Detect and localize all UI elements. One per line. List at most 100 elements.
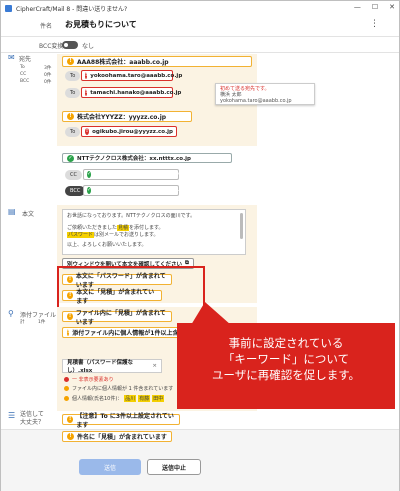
bcc-toggle[interactable] — [62, 41, 78, 49]
attach-count-value: 1件 — [38, 320, 46, 325]
addr5-text: ciphercraft_ml@xx.ntttx.co.jp — [94, 187, 186, 193]
body-line1: お世話になっております。NTTテクノクロスの面川です。 — [67, 213, 196, 219]
check-icon: ✓ — [87, 187, 92, 194]
file-close-icon[interactable]: × — [152, 363, 157, 369]
document-icon: ▤ — [8, 207, 16, 216]
attach-section-label: 添付ファイル — [20, 312, 57, 319]
warning-icon: ! — [67, 433, 74, 440]
callout-line3: ユーザに再確認を促します。 — [211, 368, 361, 382]
body-scrollbar[interactable] — [240, 213, 243, 239]
company3-name: NTTテクノクロス株式会社：xx.ntttx.co.jp — [77, 156, 191, 162]
body-line2: ご依頼いただきました見積を添付します。 — [67, 225, 241, 232]
check-warning-to-text: 【注意】To に3件以上設定されています — [76, 412, 174, 429]
body-line3: パスワードは別メールでお送りします。 — [67, 232, 241, 239]
cancel-send-button[interactable]: 送信中止 — [147, 459, 201, 475]
subject-value: お見積もりについて — [65, 20, 137, 29]
attach-warning-estimate-text: ファイル内に「見積」が含まれています — [75, 309, 166, 326]
body-line3b: は別メールでお送りします。 — [94, 232, 159, 238]
name-tag: 品川 — [124, 395, 137, 402]
cc-side-label: CC — [20, 72, 27, 77]
subject-row: 件名 お見積もりについて ⋮ — [1, 15, 399, 37]
company3-box: ✓ NTTテクノクロス株式会社：xx.ntttx.co.jp — [62, 153, 232, 163]
bcc-toggle-text: なし — [82, 43, 95, 50]
minimize-icon[interactable]: — — [354, 3, 361, 11]
close-icon[interactable]: ✕ — [389, 3, 395, 11]
addr3-chip[interactable]: ! ogikubo.jirou@yyyzz.co.jp — [81, 126, 177, 137]
warning-icon: ! — [67, 329, 70, 336]
check-warning-subject: ! 件名に「見積」が含まれています — [62, 431, 172, 442]
paperclip-icon: ⚲ — [8, 309, 14, 318]
attach-warning-personal: ! 添付ファイル内に個人情報が1件以上含まれています — [62, 327, 180, 338]
error-dot-icon — [64, 377, 69, 382]
attach-warning-estimate: ! ファイル内に「見積」が含まれています — [62, 310, 172, 326]
addr4-text: techno.saburou@xx.ntttx.co.jp — [94, 171, 190, 177]
warning-icon: ! — [67, 416, 74, 423]
body-preview[interactable]: お世話になっております。NTTテクノクロスの面川です。 ご依頼いただきました見積… — [62, 209, 246, 255]
company1-box: ! AAA88株式会社：aaabb.co.jp — [62, 56, 252, 67]
error-icon: ! — [85, 89, 88, 96]
keyword-highlight: パスワード — [67, 232, 95, 238]
window-controls: — ☐ ✕ — [354, 3, 395, 11]
bcc-row: BCC変換 なし — [1, 37, 399, 53]
attach-count-label: 計 — [20, 320, 25, 325]
addr1-chip[interactable]: ! yokoohama.taro@aaabb.co.jp — [81, 70, 182, 81]
app-icon — [5, 4, 12, 12]
file-info-names-text: 個人情報(氏名10件)： — [72, 396, 123, 402]
addr4-chip[interactable]: ✓ techno.saburou@xx.ntttx.co.jp — [83, 169, 190, 180]
send-button[interactable]: 送信 — [79, 459, 141, 475]
body-line2a: ご依頼いただきました — [67, 225, 118, 231]
recipients-icon: ✉ — [8, 53, 15, 62]
checklist-icon: ☰ — [8, 411, 16, 420]
check-section-label: 送信して 大丈夫？ — [20, 411, 45, 426]
addr4-kind: CC — [65, 170, 82, 180]
error-icon: ! — [85, 128, 90, 135]
check-icon: ✓ — [87, 171, 92, 178]
window-title: CipherCraft/Mail 8 - 問違い送りません? — [16, 5, 128, 13]
to-side-label: To — [20, 65, 25, 70]
warning-dot-icon — [64, 396, 69, 401]
file-info-hidden: 一 非表示要素あり — [64, 376, 114, 383]
company2-box: ! 株式会社YYYZZ：yyyzz.co.jp — [62, 111, 192, 122]
addr3-text: ogikubo.jirou@yyyzz.co.jp — [92, 128, 173, 135]
file-info-personal: ファイル内に個人情報が 1 件含まれています — [64, 385, 173, 392]
body-line4: 以上、よろしくお願いいたします。 — [67, 242, 147, 248]
file-name: 見積書（パスワード保護なし）.xlsx — [67, 360, 134, 374]
addr5-chip[interactable]: ✓ ciphercraft_ml@xx.ntttx.co.jp — [83, 185, 186, 196]
warning-icon: ! — [67, 58, 74, 65]
name-tag: 田中 — [152, 395, 165, 402]
callout-line1: 事前に設定されている — [228, 336, 344, 350]
addr3-kind: To — [65, 127, 81, 137]
file-info-personal-text: ファイル内に個人情報が 1 件含まれています — [72, 386, 174, 392]
bcc-label: BCC変換 — [39, 43, 64, 50]
check-icon: ✓ — [67, 154, 74, 162]
explanation-callout: 事前に設定されている 「キーワード」について ユーザに再確認を促します。 — [177, 323, 395, 409]
attach-warning-personal-text: 添付ファイル内に個人情報が1件以上含まれています — [72, 330, 179, 337]
maximize-icon[interactable]: ☐ — [372, 3, 378, 11]
check-warning-to: ! 【注意】To に3件以上設定されています — [62, 413, 180, 429]
error-icon: ! — [85, 72, 88, 79]
addr1-text: yokoohama.taro@aaabb.co.jp — [90, 72, 183, 79]
to-section-label: 宛先 — [19, 56, 32, 63]
callout-line2: 「キーワード」について — [222, 352, 350, 366]
cc-count: 0件 — [44, 73, 52, 78]
to-count: 3件 — [44, 66, 52, 71]
titlebar: CipherCraft/Mail 8 - 問違い送りません? — ☐ ✕ — [1, 1, 399, 15]
body-line2b: を添付します。 — [129, 225, 164, 231]
callout-pointer — [191, 302, 231, 325]
addr2-chip[interactable]: ! tamachi.hanako@aaabb.co.jp — [81, 87, 181, 98]
body-section-label: 本文 — [22, 211, 35, 218]
subject-label: 件名 — [40, 23, 53, 30]
addr1-kind: To — [65, 71, 81, 81]
attached-file-card[interactable]: 見積書（パスワード保護なし）.xlsx × — [62, 359, 162, 374]
addr2-kind: To — [65, 88, 81, 98]
bcc-count: 0件 — [44, 80, 52, 85]
keyword-highlight: 見積 — [117, 225, 130, 231]
company1-name: AAA88株式会社：aaabb.co.jp — [77, 59, 169, 66]
file-info-hidden-text: 一 非表示要素あり — [72, 377, 114, 383]
warning-icon: ! — [67, 113, 74, 120]
more-menu-icon[interactable]: ⋮ — [370, 19, 379, 29]
check-warning-subject-text: 件名に「見積」が含まれています — [77, 434, 167, 441]
first-recipient-tooltip: 初めて送る宛先です。 横浜 太郎 yokohama.taro@aaabb.co.… — [215, 83, 315, 105]
app-window: CipherCraft/Mail 8 - 問違い送りません? — ☐ ✕ 件名 … — [0, 0, 400, 491]
tooltip-line3: yokohama.taro@aaabb.co.jp — [220, 98, 292, 104]
